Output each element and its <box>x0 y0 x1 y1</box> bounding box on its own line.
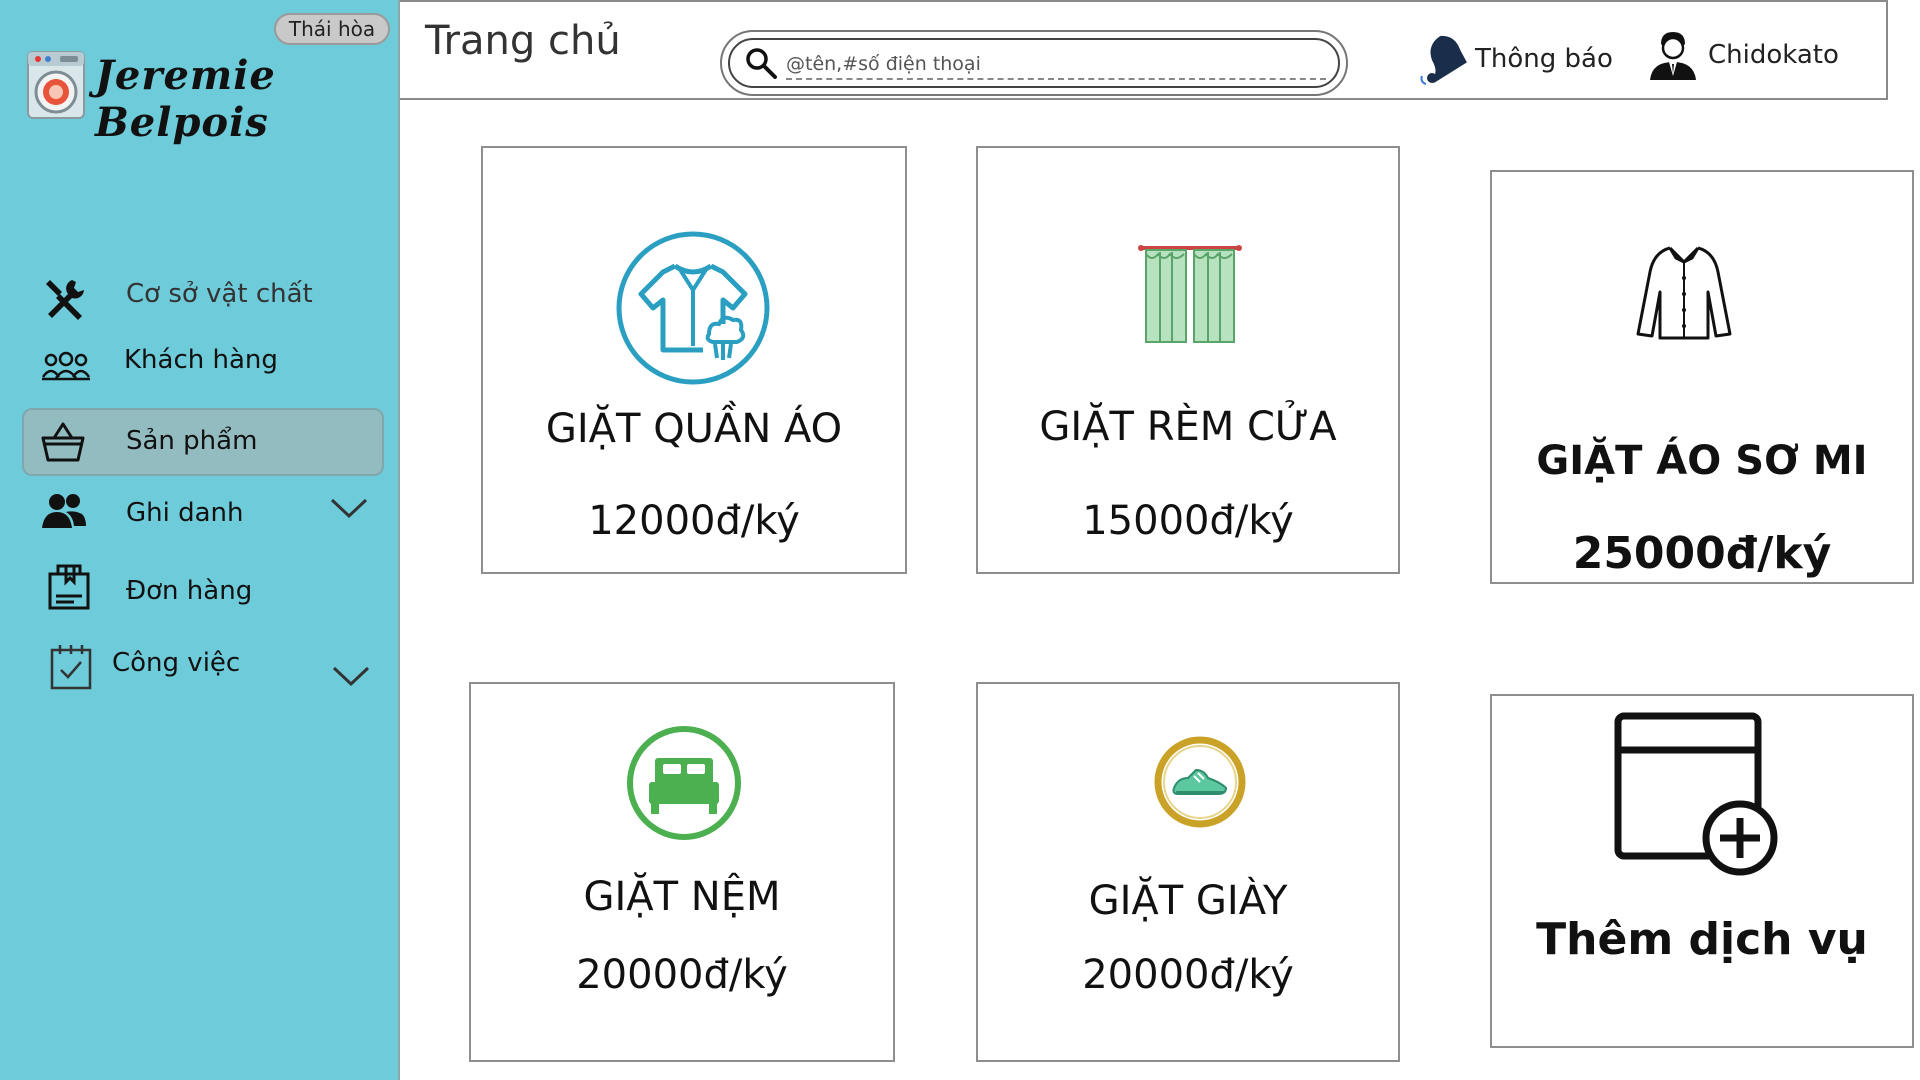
sidebar-item-label: Sản phẩm <box>126 426 258 456</box>
sidebar-item-label: Cơ sở vật chất <box>126 279 313 309</box>
basket-icon <box>40 420 86 468</box>
service-title: GIẶT GIÀY <box>1088 878 1288 924</box>
sidebar-item-facilities[interactable]: Cơ sở vật chất <box>22 262 384 326</box>
package-icon <box>48 562 92 616</box>
bell-icon[interactable] <box>1418 32 1470 90</box>
curtain-icon <box>1138 242 1242 352</box>
notifications-label[interactable]: Thông báo <box>1475 44 1613 74</box>
service-price: 20000đ/ký <box>1082 952 1294 998</box>
sidebar-item-label: Đơn hàng <box>126 576 253 606</box>
tools-icon <box>42 276 88 326</box>
sidebar-item-products[interactable]: Sản phẩm <box>22 408 384 476</box>
top-bar: Trang chủ Thông báo Chidokat <box>400 0 1888 100</box>
search-icon[interactable] <box>744 46 778 84</box>
add-window-icon <box>1612 710 1782 884</box>
bed-icon <box>625 724 743 846</box>
brand-name: Jeremie Belpois <box>95 52 276 146</box>
service-title: GIẶT QUẦN ÁO <box>545 406 843 452</box>
search-input[interactable] <box>786 50 1326 80</box>
sidebar-item-label: Khách hàng <box>124 345 278 375</box>
service-price: 20000đ/ký <box>576 952 788 998</box>
page-title: Trang chủ <box>425 18 621 64</box>
service-title: GIẶT NỆM <box>583 874 781 920</box>
add-service-button[interactable]: Thêm dịch vụ <box>1490 694 1914 1048</box>
service-card-clothes[interactable]: GIẶT QUẦN ÁO 12000đ/ký <box>481 146 907 574</box>
service-card-dress-shirts[interactable]: GIẶT ÁO SƠ MI 25000đ/ký <box>1490 170 1914 584</box>
branch-badge[interactable]: Thái hòa <box>274 13 390 45</box>
sidebar-item-label: Công việc <box>112 648 241 678</box>
dress-shirt-icon <box>1634 242 1734 346</box>
sidebar-item-orders[interactable]: Đơn hàng <box>22 558 384 622</box>
user-avatar-icon[interactable] <box>1648 30 1698 86</box>
customers-icon <box>41 351 91 385</box>
sidebar-item-tasks[interactable]: Công việc <box>22 638 384 702</box>
chevron-down-icon[interactable] <box>332 664 370 692</box>
service-price: 25000đ/ký <box>1572 528 1832 579</box>
shirt-wash-icon <box>613 228 773 392</box>
service-card-mattress[interactable]: GIẶT NỆM 20000đ/ký <box>469 682 895 1062</box>
chevron-down-icon[interactable] <box>330 496 368 524</box>
shoe-icon <box>1154 736 1246 832</box>
calendar-check-icon <box>50 642 92 694</box>
service-card-shoes[interactable]: GIẶT GIÀY 20000đ/ký <box>976 682 1400 1062</box>
service-card-curtains[interactable]: GIẶT RÈM CỬA 15000đ/ký <box>976 146 1400 574</box>
users-icon <box>40 492 88 536</box>
service-price: 15000đ/ký <box>1082 498 1294 544</box>
sidebar-item-registration[interactable]: Ghi danh <box>22 480 384 544</box>
user-name[interactable]: Chidokato <box>1708 40 1839 70</box>
service-title: GIẶT RÈM CỬA <box>1039 404 1337 450</box>
washing-machine-icon <box>24 50 88 126</box>
add-service-label: Thêm dịch vụ <box>1536 914 1868 965</box>
service-price: 12000đ/ký <box>588 498 800 544</box>
sidebar-item-label: Ghi danh <box>126 498 244 528</box>
sidebar-item-customers[interactable]: Khách hàng <box>22 335 384 399</box>
search-box[interactable] <box>720 30 1348 96</box>
service-title: GIẶT ÁO SƠ MI <box>1536 438 1868 484</box>
sidebar: Thái hòa Jeremie Belpois Cơ sở vật chất <box>0 0 400 1080</box>
